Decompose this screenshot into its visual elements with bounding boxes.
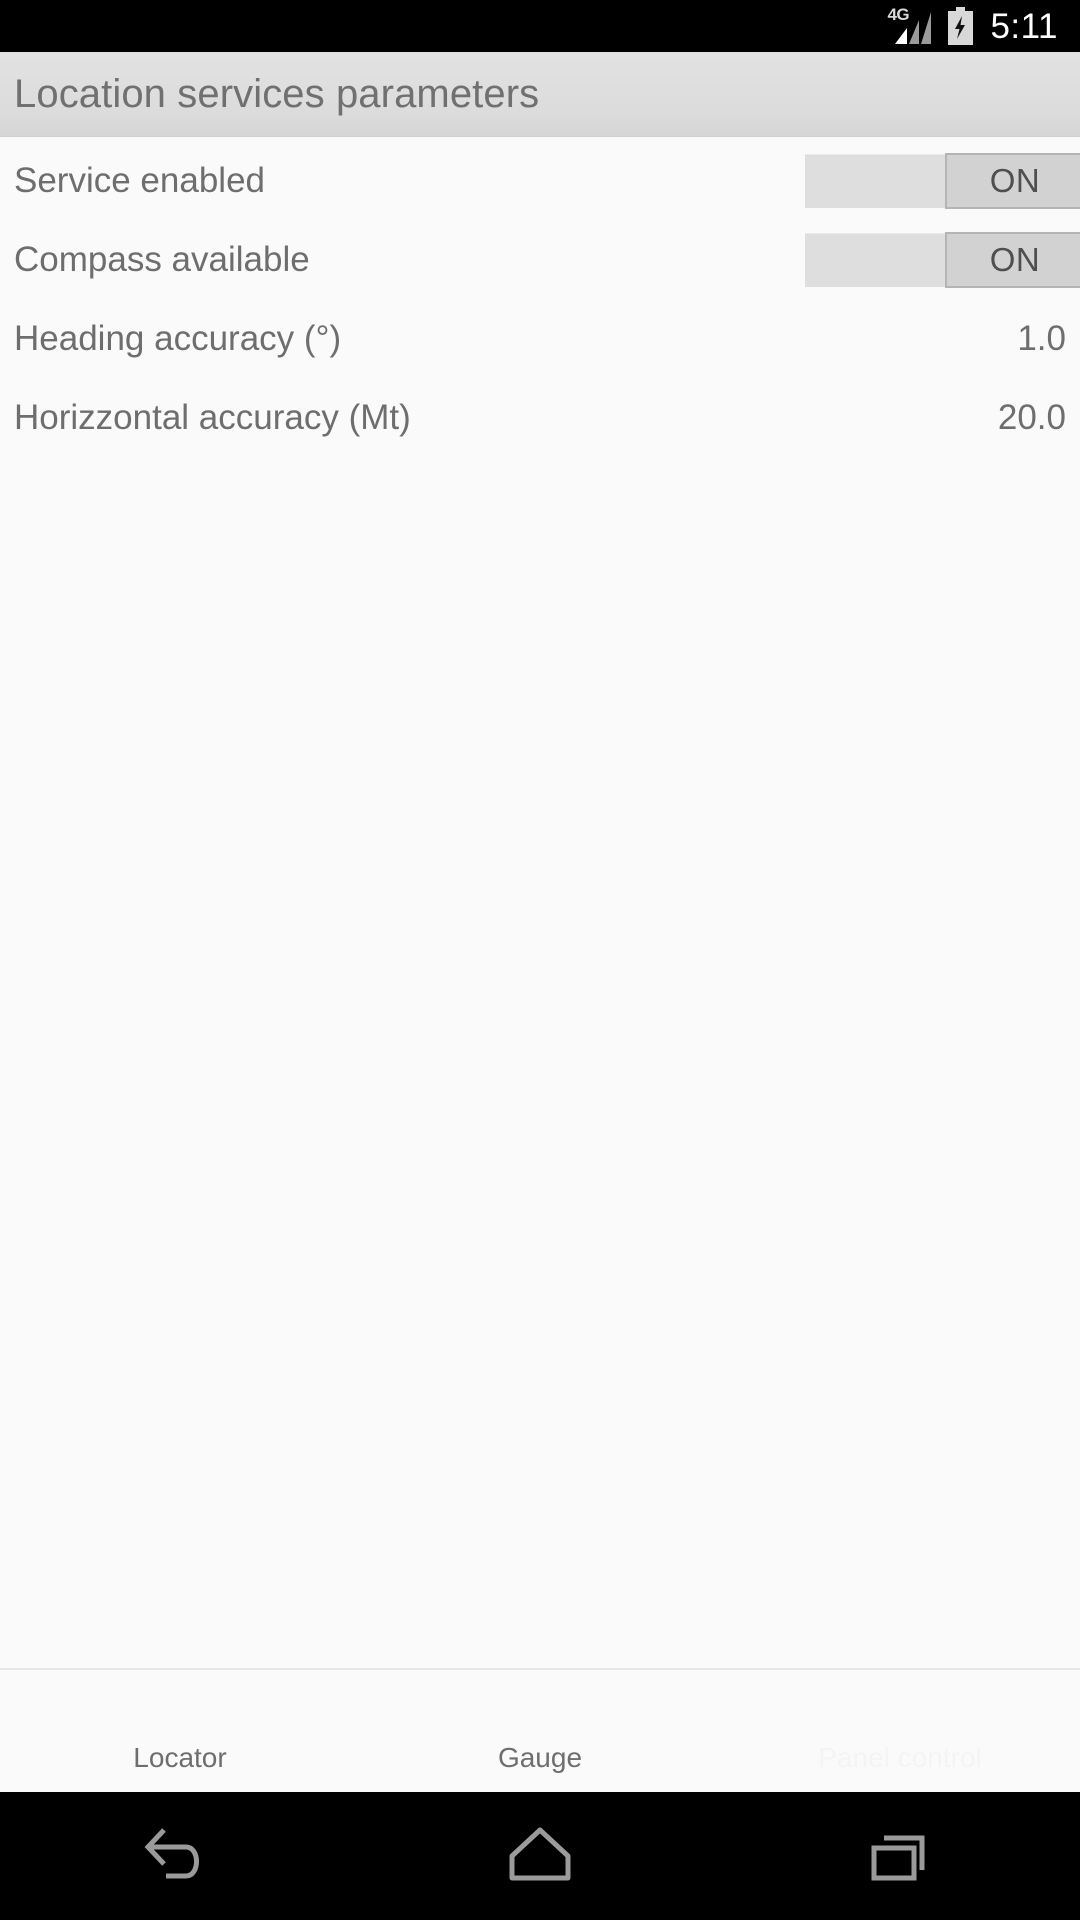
battery-charging-icon — [948, 7, 974, 45]
signal-bars-icon: 4G — [887, 6, 933, 44]
list-item-label: Horizzontal accuracy (Mt) — [14, 397, 411, 437]
nav-back-button[interactable] — [0, 1820, 360, 1892]
tab-locator[interactable]: Locator — [0, 1742, 360, 1774]
toggle-thumb[interactable]: ON — [945, 231, 1080, 288]
list-item[interactable]: Service enabled ON — [0, 141, 1080, 220]
list-item-label: Heading accuracy (°) — [14, 318, 342, 358]
toggle-switch-compass-available[interactable]: ON — [805, 231, 1080, 288]
tab-bar: Locator Gauge Panel control — [0, 1670, 1080, 1792]
recent-apps-icon — [871, 1835, 925, 1881]
page-title: Location services parameters — [14, 71, 540, 116]
list-item-value: 1.0 — [1017, 318, 1066, 358]
toggle-state-label: ON — [989, 161, 1041, 199]
back-arrow-icon — [144, 1828, 199, 1879]
list-item[interactable]: Compass available ON — [0, 220, 1080, 299]
toggle-thumb[interactable]: ON — [945, 152, 1080, 209]
status-bar-clock: 5:11 — [990, 6, 1058, 46]
system-navigation-bar — [0, 1792, 1080, 1920]
nav-recent-apps-button[interactable] — [720, 1820, 1080, 1892]
status-bar: 4G 5:11 — [0, 0, 1080, 52]
action-bar: Location services parameters — [0, 52, 1080, 137]
settings-list: Service enabled ON Compass available ON … — [0, 137, 1080, 1668]
toggle-state-label: ON — [989, 240, 1041, 278]
nav-home-button[interactable] — [360, 1820, 720, 1892]
phone-screen: 4G 5:11 Location services parameters Ser… — [0, 0, 1080, 1920]
list-item[interactable]: Heading accuracy (°) 1.0 — [0, 299, 1080, 378]
tab-panel-control[interactable]: Panel control — [720, 1742, 1080, 1774]
status-icons: 4G 5:11 — [887, 6, 1058, 46]
list-item[interactable]: Horizzontal accuracy (Mt) 20.0 — [0, 378, 1080, 457]
list-item-value: 20.0 — [997, 397, 1066, 437]
tab-gauge[interactable]: Gauge — [360, 1742, 720, 1774]
home-icon — [509, 1827, 571, 1881]
toggle-switch-service-enabled[interactable]: ON — [805, 152, 1080, 209]
